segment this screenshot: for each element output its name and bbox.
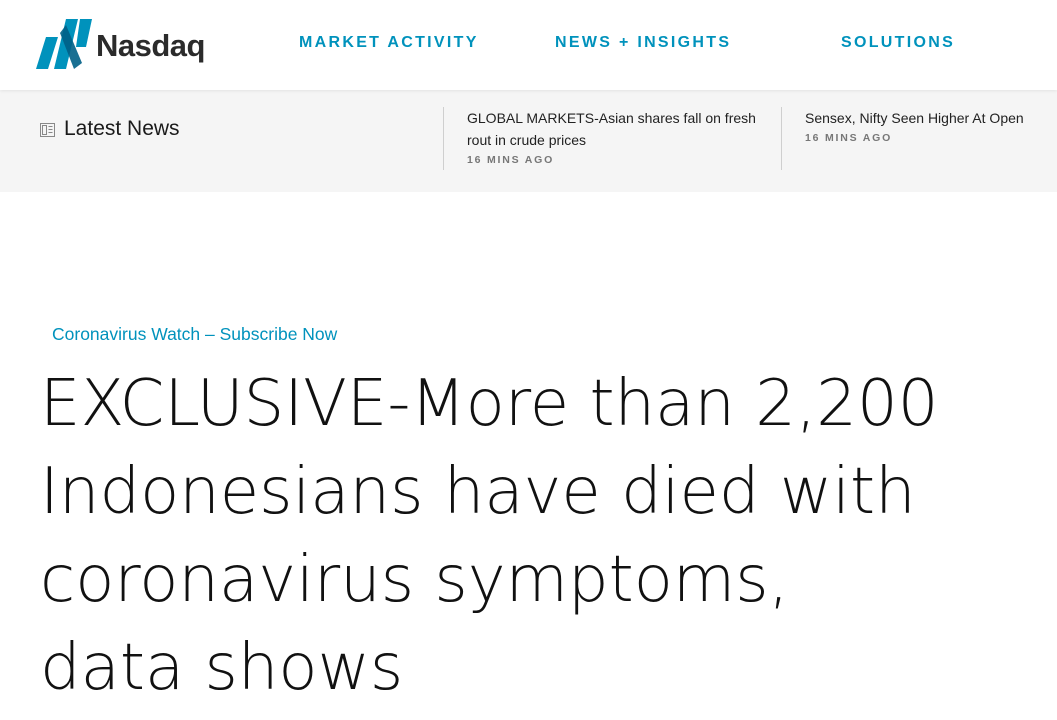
nasdaq-logo[interactable]: Nasdaq — [36, 18, 205, 70]
nav-news-insights[interactable]: NEWS + INSIGHTS — [555, 34, 731, 52]
news-item-time: 16 MINS AGO — [467, 154, 555, 166]
nav-market-activity[interactable]: MARKET ACTIVITY — [299, 34, 479, 52]
news-item-headline[interactable]: GLOBAL MARKETS-Asian shares fall on fres… — [467, 107, 780, 151]
article-headline: EXCLUSIVE-More than 2,200 Indonesians ha… — [40, 367, 939, 705]
newspaper-icon — [40, 123, 55, 137]
news-item[interactable]: GLOBAL MARKETS-Asian shares fall on fres… — [443, 107, 780, 170]
logo-wordmark: Nasdaq — [96, 28, 205, 63]
nav-solutions[interactable]: SOLUTIONS — [841, 34, 955, 52]
article-kicker-link[interactable]: Coronavirus Watch – Subscribe Now — [52, 324, 337, 345]
latest-news-label: Latest News — [64, 117, 180, 140]
news-item-headline[interactable]: Sensex, Nifty Seen Higher At Open — [805, 107, 1057, 129]
nasdaq-logo-icon — [36, 19, 92, 69]
news-item-time: 16 MINS AGO — [805, 132, 893, 144]
latest-news-heading: Latest News — [40, 117, 180, 141]
site-header: Nasdaq MARKET ACTIVITY NEWS + INSIGHTS S… — [0, 0, 1057, 90]
news-item[interactable]: Sensex, Nifty Seen Higher At Open 16 MIN… — [781, 107, 1057, 170]
latest-news-bar: Latest News GLOBAL MARKETS-Asian shares … — [0, 90, 1057, 192]
